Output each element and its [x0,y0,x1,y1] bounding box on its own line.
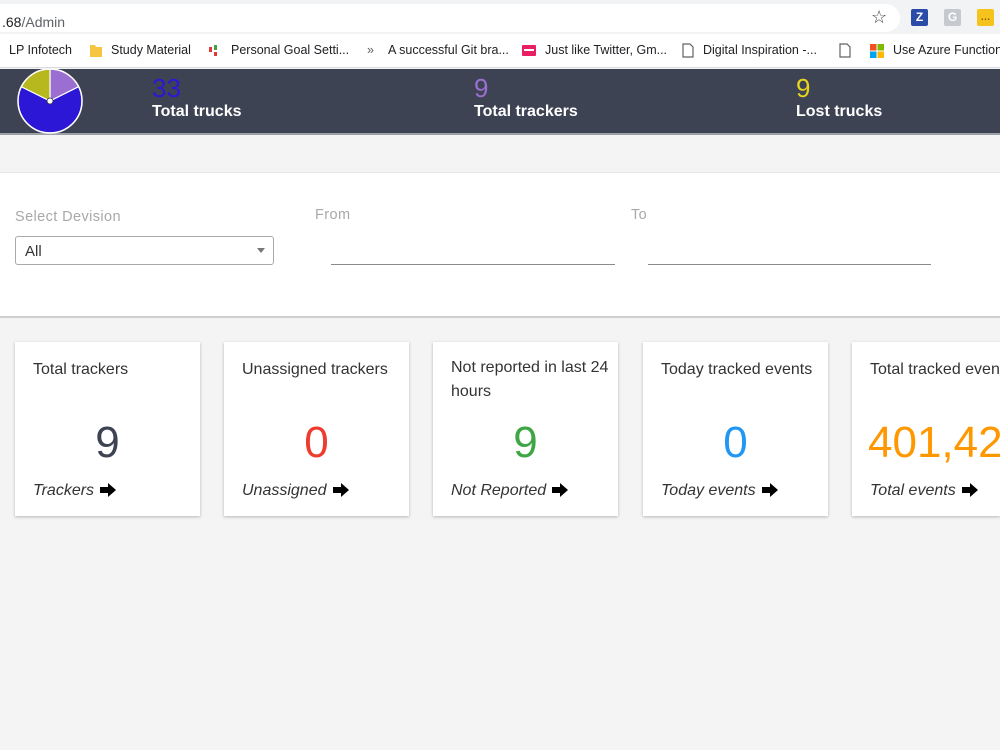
site-icon [522,45,536,56]
bookmark-study-material[interactable]: Study Material [111,43,191,57]
page-icon [682,43,694,58]
card-title: Unassigned trackers [242,361,388,378]
dropdown-caret-icon [257,248,265,253]
extension-z-icon[interactable]: Z [911,9,928,26]
card-total-trackers: Total trackers 9 Trackers [15,342,200,516]
bookmarks-overflow-chevron-icon[interactable]: » [367,43,374,57]
pie-center-dot [46,97,54,105]
to-label: To [631,207,648,223]
card-value: 9 [513,418,538,467]
from-label: From [315,207,351,223]
bookmark-lp-infotech[interactable]: LP Infotech [9,43,72,57]
card-today-events: Today tracked events 0 Today events [643,342,828,516]
bookmark-git-branching[interactable]: A successful Git bra... [388,43,509,57]
division-value: All [25,243,42,260]
browser-address-bar: .68/Admin ☆ Z G … [0,0,1000,34]
stat-label: Total trucks [152,103,242,120]
bookmark-azure-function[interactable]: Use Azure Function... [893,43,1000,57]
card-title: Total trackers [33,361,129,378]
division-select[interactable]: All [15,236,274,265]
arrow-right-icon [332,483,349,497]
page-icon [839,43,851,58]
card-unassigned-trackers: Unassigned trackers 0 Unassigned [224,342,409,516]
card-not-reported: Not reported in last 24 hours 9 Not Repo… [433,342,618,516]
extension-menu-icon[interactable]: … [977,9,994,26]
bookmark-personal-goal[interactable]: Personal Goal Setti... [231,43,349,57]
division-label: Select Devision [15,209,121,225]
trucks-pie-chart [17,69,83,134]
extension-g-icon[interactable]: G [944,9,961,26]
total-events-link[interactable]: Total events [870,482,978,500]
card-value: 9 [95,418,120,467]
arrow-right-icon [100,483,117,497]
stat-lost-trucks: 9 Lost trucks [796,73,882,121]
folder-icon [90,45,102,57]
from-date-input[interactable] [331,264,615,265]
arrow-right-icon [961,483,978,497]
stat-total-trucks: 33 Total trucks [152,73,242,121]
arrow-right-icon [552,483,569,497]
arrow-right-icon [761,483,778,497]
to-date-input[interactable] [648,264,931,265]
stat-label: Total trackers [474,103,578,120]
card-value: 0 [723,418,748,467]
card-value: 0 [304,418,329,467]
bookmark-digital-inspiration[interactable]: Digital Inspiration -... [703,43,817,57]
bookmarks-bar: LP Infotech Study Material Personal Goal… [0,34,1000,68]
bookmark-star-icon[interactable]: ☆ [871,7,887,28]
unassigned-link[interactable]: Unassigned [242,482,349,500]
windows-icon [870,44,884,58]
stat-value: 9 [474,73,489,103]
stat-label: Lost trucks [796,103,883,120]
stat-value: 9 [796,73,811,103]
card-title: Today tracked events [661,361,813,378]
not-reported-link[interactable]: Not Reported [451,482,569,500]
card-value: 401,42 [868,418,1000,467]
stats-header: 33 Total trucks 9 Total trackers 9 Lost … [0,69,1000,135]
card-title: Not reported in last 24 hours [451,359,609,400]
app-icon [209,45,217,56]
card-title: Total tracked events [870,361,1000,378]
bookmark-just-like-twitter[interactable]: Just like Twitter, Gm... [545,43,667,57]
trackers-link[interactable]: Trackers [33,482,117,500]
card-total-events: Total tracked events 401,42 Total events [852,342,1000,516]
url-text[interactable]: .68/Admin [2,14,65,30]
filter-panel: Select Devision All From To [0,172,1000,318]
stat-value: 33 [152,73,181,103]
today-events-link[interactable]: Today events [661,482,778,500]
url-field[interactable]: .68/Admin [0,4,900,32]
stat-total-trackers: 9 Total trackers [474,73,578,121]
